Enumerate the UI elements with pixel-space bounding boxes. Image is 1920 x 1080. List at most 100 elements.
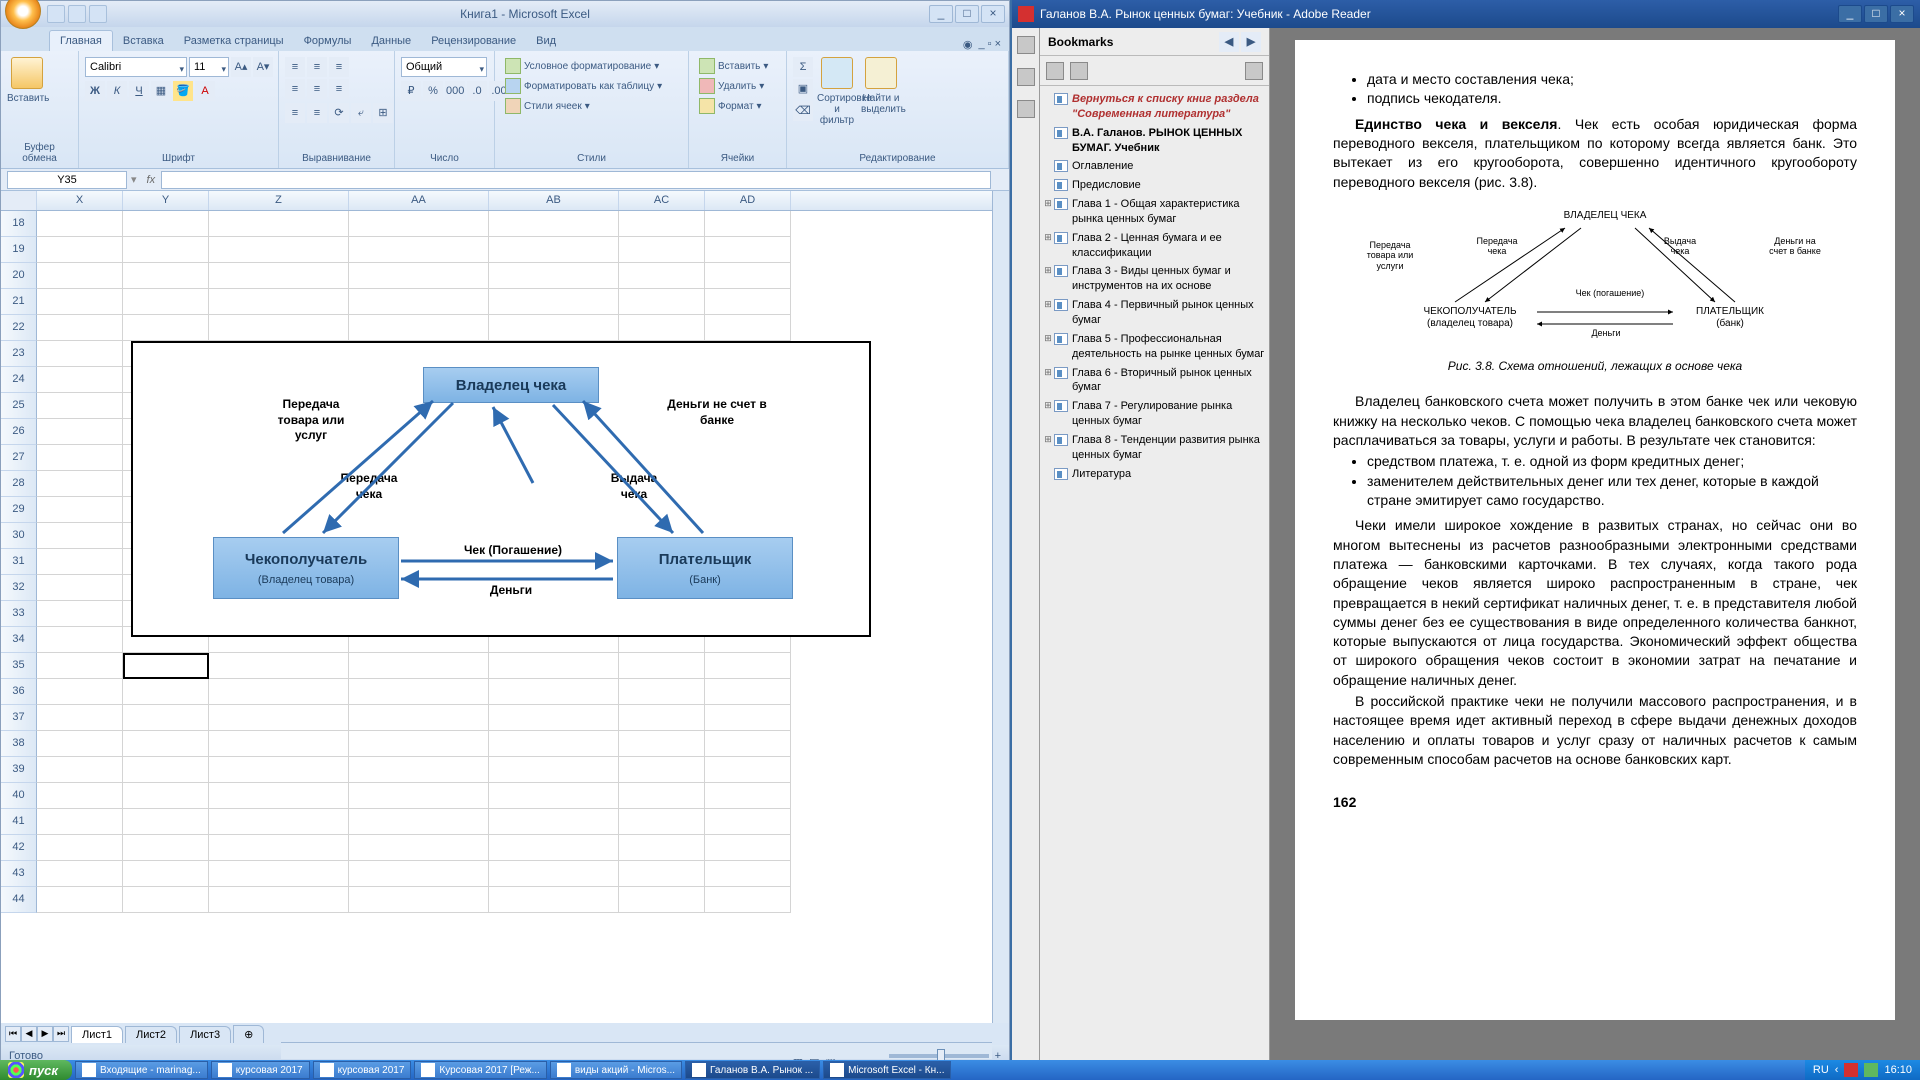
- row-header[interactable]: 20: [1, 263, 37, 289]
- cell[interactable]: [619, 835, 705, 861]
- cell[interactable]: [349, 679, 489, 705]
- fill-icon[interactable]: ▣: [793, 79, 813, 99]
- sheet-nav-first[interactable]: ⏮: [5, 1026, 21, 1042]
- minimize-button[interactable]: _: [929, 5, 953, 23]
- taskbar-item[interactable]: курсовая 2017: [313, 1061, 412, 1079]
- sheet-tab-2[interactable]: Лист2: [125, 1026, 177, 1043]
- cell[interactable]: [705, 783, 791, 809]
- cell[interactable]: [489, 315, 619, 341]
- insert-cells-button[interactable]: Вставить ▾: [695, 57, 772, 75]
- taskbar-item[interactable]: Входящие - marinag...: [75, 1061, 208, 1079]
- cell[interactable]: [37, 419, 123, 445]
- cell[interactable]: [619, 315, 705, 341]
- cell[interactable]: [705, 861, 791, 887]
- cell[interactable]: [349, 835, 489, 861]
- tab-layout[interactable]: Разметка страницы: [174, 31, 294, 51]
- font-color-icon[interactable]: A: [195, 81, 215, 101]
- bookmark-item[interactable]: ⊞Глава 8 - Тенденции развития рынка ценн…: [1042, 431, 1267, 465]
- cell[interactable]: [123, 757, 209, 783]
- shape-receiver[interactable]: Чекополучатель(Владелец товара): [213, 537, 399, 599]
- cell[interactable]: [37, 497, 123, 523]
- cell[interactable]: [619, 757, 705, 783]
- cell[interactable]: [489, 887, 619, 913]
- shrink-font-icon[interactable]: A▾: [253, 57, 273, 77]
- cell[interactable]: [123, 263, 209, 289]
- col-header[interactable]: X: [37, 191, 123, 210]
- taskbar-item[interactable]: виды акций - Micros...: [550, 1061, 682, 1079]
- sheet-tab-3[interactable]: Лист3: [179, 1026, 231, 1043]
- panel-close-icon[interactable]: ▶: [1241, 32, 1261, 52]
- wrap-icon[interactable]: ⤶: [351, 103, 371, 123]
- clock[interactable]: 16:10: [1884, 1064, 1912, 1076]
- border-icon[interactable]: ▦: [151, 81, 171, 101]
- bookmark-item[interactable]: ⊞Глава 7 - Регулирование рынка ценных бу…: [1042, 397, 1267, 431]
- bookmark-item[interactable]: ⊞Глава 2 - Ценная бумага и ее классифика…: [1042, 229, 1267, 263]
- row-header[interactable]: 34: [1, 627, 37, 653]
- cell[interactable]: [37, 263, 123, 289]
- cell[interactable]: [209, 653, 349, 679]
- cell[interactable]: [37, 211, 123, 237]
- embedded-diagram[interactable]: Владелец чека Чекополучатель(Владелец то…: [131, 341, 871, 637]
- office-button[interactable]: [5, 0, 41, 29]
- cell[interactable]: [705, 263, 791, 289]
- row-header[interactable]: 44: [1, 887, 37, 913]
- name-box[interactable]: Y35: [7, 171, 127, 189]
- cell[interactable]: [619, 861, 705, 887]
- cell[interactable]: [349, 237, 489, 263]
- row-header[interactable]: 32: [1, 575, 37, 601]
- cell[interactable]: [37, 315, 123, 341]
- grow-font-icon[interactable]: A▴: [231, 57, 251, 77]
- cell[interactable]: [489, 289, 619, 315]
- align-left-icon[interactable]: ≡: [285, 79, 305, 99]
- cell[interactable]: [489, 757, 619, 783]
- cell[interactable]: [619, 263, 705, 289]
- row-header[interactable]: 21: [1, 289, 37, 315]
- cell[interactable]: [123, 315, 209, 341]
- cell[interactable]: [349, 705, 489, 731]
- cell[interactable]: [489, 809, 619, 835]
- cell[interactable]: [123, 679, 209, 705]
- cell[interactable]: [489, 679, 619, 705]
- cell[interactable]: [705, 237, 791, 263]
- cell[interactable]: [209, 679, 349, 705]
- cell[interactable]: [705, 731, 791, 757]
- cell[interactable]: [619, 705, 705, 731]
- cell[interactable]: [209, 757, 349, 783]
- cell[interactable]: [209, 315, 349, 341]
- percent-icon[interactable]: %: [423, 81, 443, 101]
- row-header[interactable]: 24: [1, 367, 37, 393]
- col-header[interactable]: AB: [489, 191, 619, 210]
- maximize-button[interactable]: □: [955, 5, 979, 23]
- cell[interactable]: [489, 783, 619, 809]
- shape-owner[interactable]: Владелец чека: [423, 367, 599, 403]
- row-header[interactable]: 19: [1, 237, 37, 263]
- taskbar-item[interactable]: Курсовая 2017 [Реж...: [414, 1061, 546, 1079]
- attachments-icon[interactable]: [1017, 100, 1035, 118]
- cell[interactable]: [209, 705, 349, 731]
- taskbar-item[interactable]: Галанов В.А. Рынок ...: [685, 1061, 820, 1079]
- cell[interactable]: [37, 653, 123, 679]
- cell[interactable]: [37, 783, 123, 809]
- cell[interactable]: [619, 731, 705, 757]
- cell[interactable]: [37, 523, 123, 549]
- cell-styles-button[interactable]: Стили ячеек ▾: [501, 97, 666, 115]
- bookmark-item[interactable]: ⊞Глава 1 - Общая характеристика рынка це…: [1042, 195, 1267, 229]
- pages-panel-icon[interactable]: [1017, 36, 1035, 54]
- tab-view[interactable]: Вид: [526, 31, 566, 51]
- row-header[interactable]: 30: [1, 523, 37, 549]
- tab-home[interactable]: Главная: [49, 30, 113, 51]
- cell[interactable]: [209, 861, 349, 887]
- cell[interactable]: [489, 705, 619, 731]
- bold-button[interactable]: Ж: [85, 81, 105, 101]
- currency-icon[interactable]: ₽: [401, 81, 421, 101]
- row-header[interactable]: 25: [1, 393, 37, 419]
- indent-dec-icon[interactable]: ≡: [285, 103, 305, 123]
- tray-network-icon[interactable]: [1864, 1063, 1878, 1077]
- cell[interactable]: [37, 601, 123, 627]
- shape-payer[interactable]: Плательщик(Банк): [617, 537, 793, 599]
- tab-data[interactable]: Данные: [361, 31, 421, 51]
- cell[interactable]: [619, 289, 705, 315]
- font-size-combo[interactable]: 11: [189, 57, 229, 77]
- cell[interactable]: [705, 809, 791, 835]
- orientation-icon[interactable]: ⟳: [329, 103, 349, 123]
